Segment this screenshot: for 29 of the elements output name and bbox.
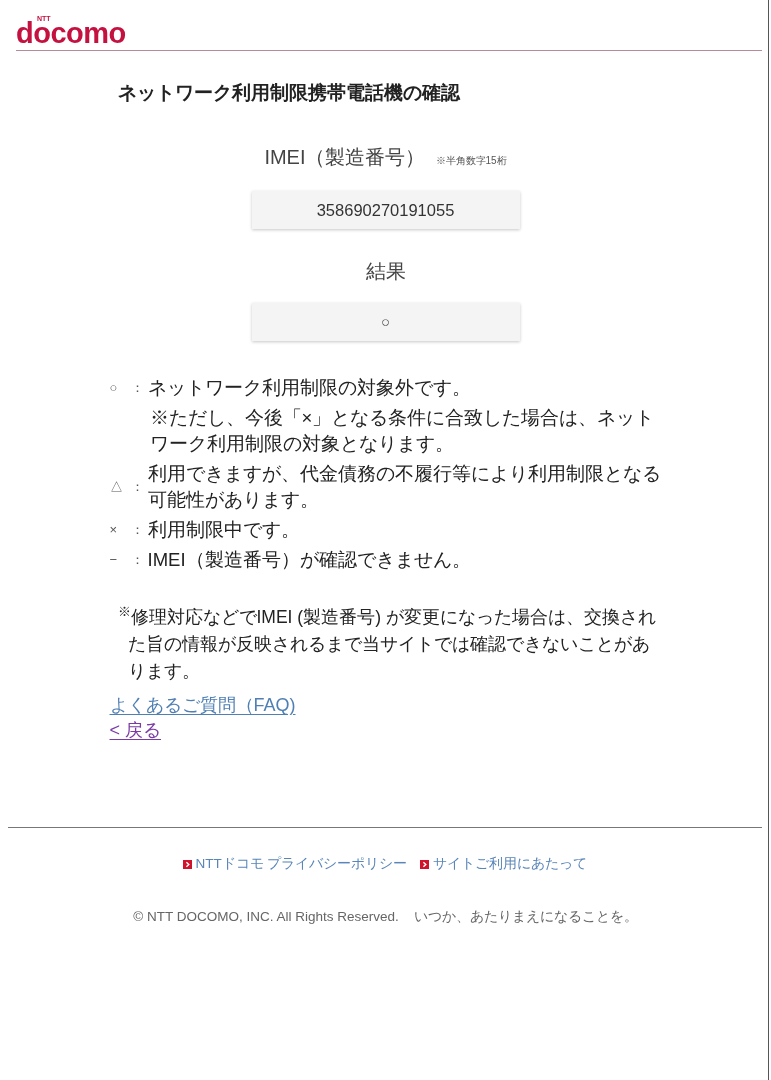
colon: ： <box>130 379 145 397</box>
legend-text: 利用できますが、代金債務の不履行等により利用制限となる可能性があります。 <box>147 462 662 512</box>
imei-label: IMEI（製造番号） <box>264 145 426 169</box>
footer-link[interactable]: NTTドコモ プライバシーポリシー <box>182 854 408 874</box>
legend-symbol: − <box>109 551 119 569</box>
copyright-text: © NTT DOCOMO, INC. All Rights Reserved. <box>133 908 399 926</box>
tagline-text: いつか、あたりまえになることを。 <box>413 908 638 926</box>
colon: ： <box>130 551 145 569</box>
chevron-square-icon <box>419 859 429 869</box>
page-title: ネットワーク利用制限携帯電話機の確認 <box>117 81 462 105</box>
link[interactable]: < 戻る <box>109 718 161 743</box>
notice-text: $^{※}$修理対応などでIMEI (製造番号) が変更になった場合は、交換された旨の情報が反映されるまで当サイトでは確認できないことがあります。 <box>117 604 657 683</box>
imei-input-field[interactable]: 358690270191055 <box>251 191 520 229</box>
colon: ： <box>130 478 145 496</box>
result-label: 結果 <box>364 259 407 283</box>
logo-text: docomo <box>16 22 126 44</box>
imei-note: ※半角数字15桁 <box>435 155 507 167</box>
result-field: ○ <box>251 303 520 341</box>
legend-note: ※ただし、今後「×」となる条件に合致した場合は、ネットワーク利用制限の対象となります。 <box>148 406 656 456</box>
footer-link[interactable]: サイトご利用にあたって <box>419 854 587 874</box>
legend-text: IMEI（製造番号）が確認できません。 <box>147 548 472 572</box>
chevron-square-icon <box>182 859 192 869</box>
link[interactable]: よくあるご質問（FAQ) <box>109 693 296 718</box>
legend-text: ネットワーク利用制限の対象外です。 <box>147 376 472 400</box>
colon: ： <box>130 521 145 539</box>
legend-symbol: × <box>109 521 119 539</box>
legend-symbol: △ <box>109 478 124 496</box>
legend-symbol: ○ <box>109 379 119 397</box>
legend-text: 利用制限中です。 <box>147 518 301 542</box>
